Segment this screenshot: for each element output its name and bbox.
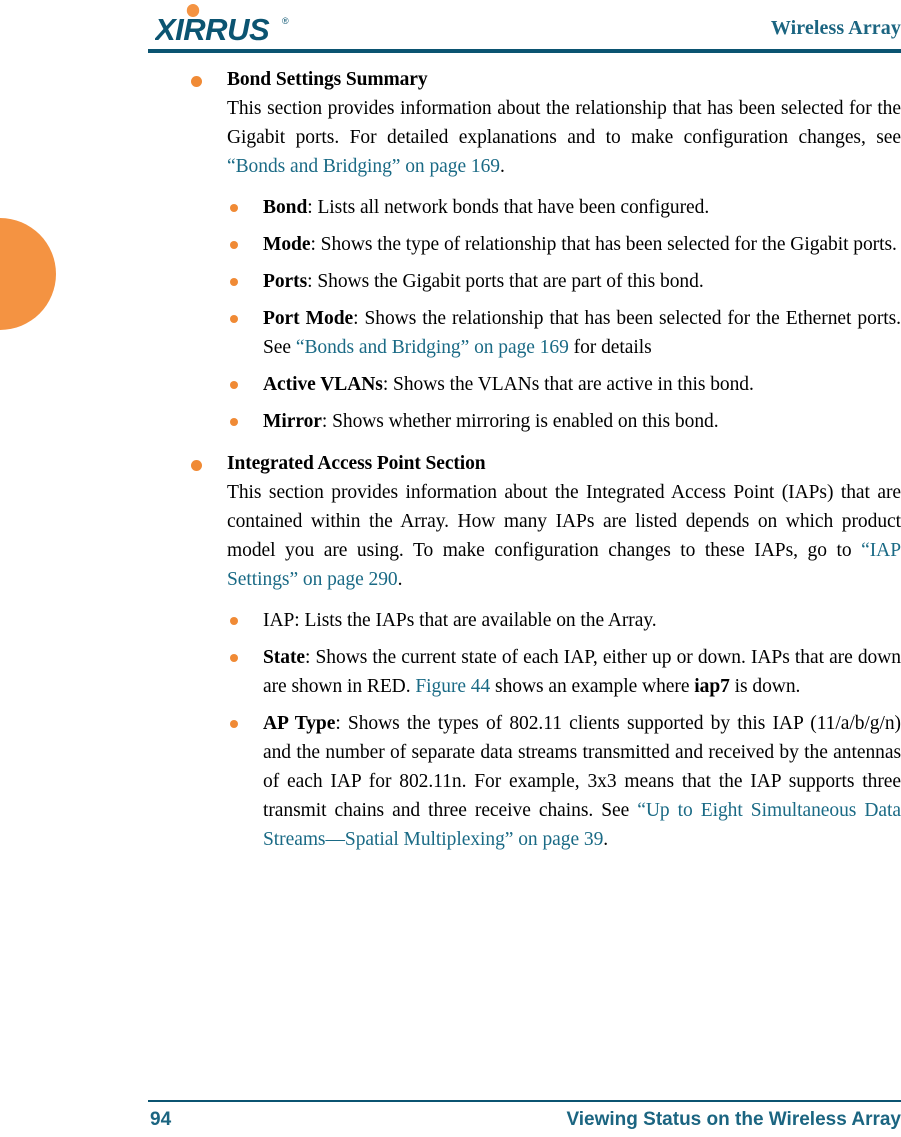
bullet-dot-icon [230, 204, 238, 212]
list-item: Mirror: Shows whether mirroring is enabl… [190, 407, 901, 436]
section-heading-block: Integrated Access Point Section This sec… [190, 450, 901, 594]
header-divider [148, 49, 901, 53]
list-item-text: IAP: Lists the IAPs that are available o… [263, 606, 901, 635]
bullet-dot-icon [191, 460, 202, 471]
list-item: State: Shows the current state of each I… [190, 643, 901, 701]
text-run: : Shows the VLANs that are active in thi… [382, 374, 754, 395]
xirrus-logo-icon: XIRRUS ® [155, 4, 335, 46]
bullet-dot-icon [230, 617, 238, 625]
section-item-list: IAP: Lists the IAPs that are available o… [190, 606, 901, 854]
header-title: Wireless Array [770, 17, 901, 39]
bullet-dot-icon [230, 654, 238, 662]
list-item: Mode: Shows the type of relationship tha… [190, 230, 901, 259]
list-item-text: Port Mode: Shows the relationship that h… [263, 304, 901, 362]
list-item: Bond: Lists all network bonds that have … [190, 193, 901, 222]
section-paragraph: This section provides information about … [227, 478, 901, 594]
footer-page-number: 94 [150, 1109, 172, 1130]
emphasized-term: Bond [263, 197, 308, 218]
text-run: . [397, 569, 403, 590]
section-bond-settings-summary: Bond Settings Summary This section provi… [190, 66, 901, 436]
text-run: for details [568, 337, 652, 358]
emphasized-term: iap7 [694, 676, 730, 697]
list-item: AP Type: Shows the types of 802.11 clien… [190, 709, 901, 854]
svg-text:XIRRUS: XIRRUS [155, 12, 270, 46]
page-content: Bond Settings Summary This section provi… [190, 66, 901, 862]
bullet-dot-icon [230, 315, 238, 323]
list-item: Active VLANs: Shows the VLANs that are a… [190, 370, 901, 399]
bullet-dot-icon [191, 76, 202, 87]
emphasized-term: Active VLANs [263, 374, 383, 395]
bullet-dot-icon [230, 720, 238, 728]
section-heading: Bond Settings Summary [227, 69, 428, 90]
emphasized-term: Ports [263, 271, 308, 292]
cross-reference-link[interactable]: “Bonds and Bridging” on page 169 [227, 156, 500, 177]
list-item-text: Bond: Lists all network bonds that have … [263, 193, 901, 222]
section-heading-block: Bond Settings Summary This section provi… [190, 66, 901, 181]
footer-divider [148, 1100, 901, 1102]
list-item-text: Ports: Shows the Gigabit ports that are … [263, 267, 901, 296]
text-run: This section provides information about … [227, 98, 901, 148]
text-run: : Shows the Gigabit ports that are part … [307, 271, 704, 292]
bullet-dot-icon [230, 381, 238, 389]
svg-text:®: ® [282, 16, 289, 26]
page-header: XIRRUS ® Wireless Array [155, 0, 901, 52]
bullet-dot-icon [230, 241, 238, 249]
text-run: This section provides information about … [227, 482, 901, 561]
list-item-text: Mirror: Shows whether mirroring is enabl… [263, 407, 901, 436]
bullet-dot-icon [230, 278, 238, 286]
emphasized-term: Mirror [263, 411, 322, 432]
orange-edge-tab [0, 218, 56, 330]
section-paragraph: This section provides information about … [227, 94, 901, 181]
text-run: . [499, 156, 505, 177]
section-heading: Integrated Access Point Section [227, 453, 486, 474]
list-item: Ports: Shows the Gigabit ports that are … [190, 267, 901, 296]
list-item-text: AP Type: Shows the types of 802.11 clien… [263, 709, 901, 854]
text-run: . [603, 829, 609, 850]
text-run: is down. [729, 676, 801, 697]
document-page: XIRRUS ® Wireless Array Bond Settings Su… [0, 0, 901, 1137]
emphasized-term: Mode [263, 234, 311, 255]
footer-title: Viewing Status on the Wireless Array [566, 1109, 901, 1130]
list-item: IAP: Lists the IAPs that are available o… [190, 606, 901, 635]
section-integrated-access-point: Integrated Access Point Section This sec… [190, 450, 901, 854]
text-run: : Lists all network bonds that have been… [307, 197, 710, 218]
text-run: : Shows the type of relationship that ha… [310, 234, 897, 255]
list-item-text: Active VLANs: Shows the VLANs that are a… [263, 370, 901, 399]
text-run: : Shows whether mirroring is enabled on … [321, 411, 719, 432]
bullet-dot-icon [230, 418, 238, 426]
section-item-list: Bond: Lists all network bonds that have … [190, 193, 901, 436]
emphasized-term: State [263, 647, 305, 668]
cross-reference-link[interactable]: Figure 44 [415, 676, 490, 697]
emphasized-term: Port Mode [263, 308, 354, 329]
text-run: shows an example where [490, 676, 695, 697]
list-item-text: State: Shows the current state of each I… [263, 643, 901, 701]
list-item-text: Mode: Shows the type of relationship tha… [263, 230, 901, 259]
cross-reference-link[interactable]: “Bonds and Bridging” on page 169 [296, 337, 569, 358]
emphasized-term: AP Type [263, 713, 336, 734]
text-run: IAP: Lists the IAPs that are available o… [263, 610, 657, 631]
list-item: Port Mode: Shows the relationship that h… [190, 304, 901, 362]
